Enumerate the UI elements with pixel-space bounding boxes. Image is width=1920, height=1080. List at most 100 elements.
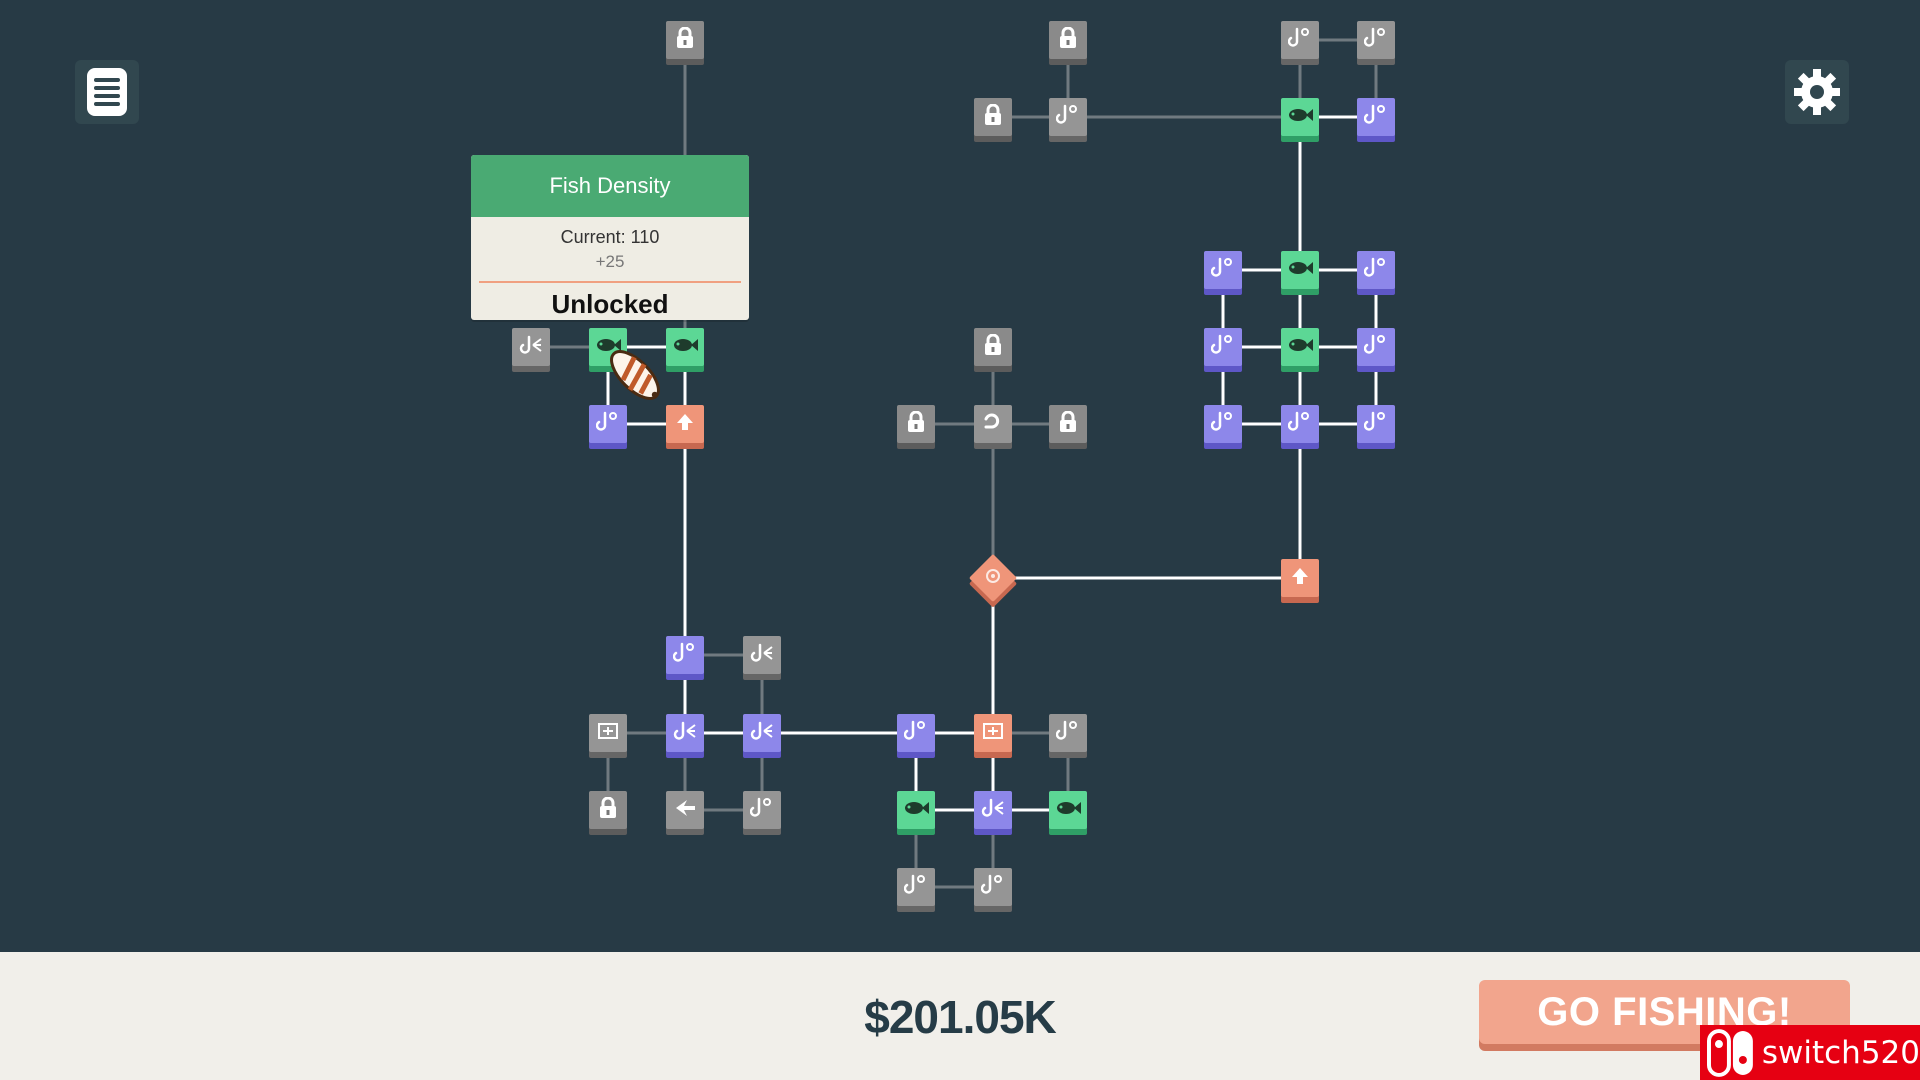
skill-node-purple-r-c3[interactable] bbox=[1357, 405, 1395, 443]
switch-logo-icon bbox=[1706, 1028, 1753, 1077]
list-icon bbox=[87, 68, 127, 116]
hook-icon bbox=[1055, 719, 1080, 747]
hook-icon bbox=[1363, 410, 1388, 438]
skill-node-purple-r-a3[interactable] bbox=[1357, 251, 1395, 289]
skill-node-green-r-a2[interactable] bbox=[1281, 251, 1319, 289]
skill-node-gray-left-spur[interactable] bbox=[512, 328, 550, 366]
menu-button[interactable] bbox=[75, 60, 139, 124]
skill-node-gray-center[interactable] bbox=[974, 405, 1012, 443]
scatter-icon bbox=[673, 720, 697, 746]
skill-node-purple-r-c2[interactable] bbox=[1281, 405, 1319, 443]
hook-icon bbox=[595, 410, 620, 438]
bottom-bar: $201.05K GO FISHING! bbox=[0, 952, 1920, 1080]
skill-node-lock-top-mid[interactable] bbox=[1049, 21, 1087, 59]
hook-icon bbox=[1210, 256, 1235, 284]
skill-node-gray-top-r2[interactable] bbox=[1357, 21, 1395, 59]
lock-icon bbox=[1058, 410, 1078, 437]
lock-icon bbox=[598, 796, 618, 823]
lure-cursor-icon bbox=[610, 350, 660, 400]
skill-node-gray-bc8[interactable] bbox=[974, 868, 1012, 906]
scatter-icon bbox=[519, 334, 543, 360]
skill-node-gray-bl7[interactable] bbox=[666, 791, 704, 829]
skill-node-lock-center-left[interactable] bbox=[897, 405, 935, 443]
hook-icon bbox=[749, 796, 774, 824]
skill-node-green-tl2[interactable] bbox=[666, 328, 704, 366]
center-diamond-icon bbox=[984, 567, 1002, 589]
skill-node-lock-row2-left[interactable] bbox=[974, 98, 1012, 136]
skill-node-gray-top-r1[interactable] bbox=[1281, 21, 1319, 59]
tooltip-title: Fish Density bbox=[471, 155, 749, 217]
skill-node-lock-top-left[interactable] bbox=[666, 21, 704, 59]
hook-icon bbox=[1363, 103, 1388, 131]
skill-node-purple-r-b1[interactable] bbox=[1204, 328, 1242, 366]
skill-node-purple-r-a1[interactable] bbox=[1204, 251, 1242, 289]
skill-node-purple-bl1[interactable] bbox=[666, 636, 704, 674]
tooltip-delta: +25 bbox=[595, 252, 625, 271]
skill-node-green-bc6[interactable] bbox=[1049, 791, 1087, 829]
skill-node-green-bc4[interactable] bbox=[897, 791, 935, 829]
hook-icon bbox=[1363, 26, 1388, 54]
tooltip-status: Unlocked bbox=[551, 289, 669, 319]
gear-icon bbox=[1794, 69, 1840, 115]
skill-node-purple-bc1[interactable] bbox=[897, 714, 935, 752]
hook-icon bbox=[1210, 333, 1235, 361]
lock-icon bbox=[675, 26, 695, 53]
skill-node-green-r-top[interactable] bbox=[1281, 98, 1319, 136]
fish-icon bbox=[1287, 259, 1313, 281]
hook-icon bbox=[1363, 256, 1388, 284]
upgrade-tooltip: Fish Density Current: 110 +25 Unlocked bbox=[471, 155, 749, 320]
boost-arrow-icon bbox=[675, 412, 695, 436]
skill-node-lock-center-top[interactable] bbox=[974, 328, 1012, 366]
skill-node-purple-tl3[interactable] bbox=[589, 405, 627, 443]
skill-node-gray-bl2[interactable] bbox=[743, 636, 781, 674]
crate-icon bbox=[982, 721, 1004, 745]
boost-arrow-icon bbox=[1290, 566, 1310, 590]
reel-icon bbox=[982, 411, 1004, 437]
skill-node-gray-row2-mid[interactable] bbox=[1049, 98, 1087, 136]
hook-icon bbox=[1055, 103, 1080, 131]
skill-node-purple-r-top[interactable] bbox=[1357, 98, 1395, 136]
hook-icon bbox=[1363, 333, 1388, 361]
scatter-icon bbox=[750, 720, 774, 746]
watermark: switch520 bbox=[1700, 1025, 1920, 1080]
fish-icon bbox=[1055, 799, 1081, 821]
hook-icon bbox=[903, 719, 928, 747]
hook-icon bbox=[672, 641, 697, 669]
skill-node-lock-center-right[interactable] bbox=[1049, 405, 1087, 443]
lock-icon bbox=[983, 103, 1003, 130]
arrow-icon bbox=[673, 797, 697, 823]
skill-node-gray-bl8[interactable] bbox=[743, 791, 781, 829]
hook-icon bbox=[1210, 410, 1235, 438]
skill-tree-connections bbox=[531, 38, 1378, 889]
hook-icon bbox=[980, 873, 1005, 901]
skill-node-salmon-tl4[interactable] bbox=[666, 405, 704, 443]
skill-node-gray-bc3[interactable] bbox=[1049, 714, 1087, 752]
lock-icon bbox=[983, 333, 1003, 360]
skill-node-purple-bl5[interactable] bbox=[743, 714, 781, 752]
skill-node-lock-bl6[interactable] bbox=[589, 791, 627, 829]
scatter-icon bbox=[750, 642, 774, 668]
skill-node-gray-bl3[interactable] bbox=[589, 714, 627, 752]
skill-node-salmon-r-bottom[interactable] bbox=[1281, 559, 1319, 597]
tooltip-current-value: Current: 110 bbox=[560, 227, 660, 247]
lock-icon bbox=[906, 410, 926, 437]
fish-icon bbox=[672, 336, 698, 358]
skill-node-purple-r-c1[interactable] bbox=[1204, 405, 1242, 443]
tooltip-divider bbox=[479, 281, 741, 283]
fish-icon bbox=[1287, 336, 1313, 358]
skill-node-gray-bc7[interactable] bbox=[897, 868, 935, 906]
skill-node-purple-bc5[interactable] bbox=[974, 791, 1012, 829]
skill-node-purple-bl4[interactable] bbox=[666, 714, 704, 752]
skill-node-purple-r-b3[interactable] bbox=[1357, 328, 1395, 366]
fish-icon bbox=[903, 799, 929, 821]
hook-icon bbox=[903, 873, 928, 901]
hook-icon bbox=[1287, 26, 1312, 54]
skill-node-green-r-b2[interactable] bbox=[1281, 328, 1319, 366]
skill-node-salmon-bc2[interactable] bbox=[974, 714, 1012, 752]
scatter-icon bbox=[981, 797, 1005, 823]
hook-icon bbox=[1287, 410, 1312, 438]
watermark-text: switch520 bbox=[1761, 1034, 1920, 1071]
lock-icon bbox=[1058, 26, 1078, 53]
settings-button[interactable] bbox=[1785, 60, 1849, 124]
fish-icon bbox=[1287, 106, 1313, 128]
